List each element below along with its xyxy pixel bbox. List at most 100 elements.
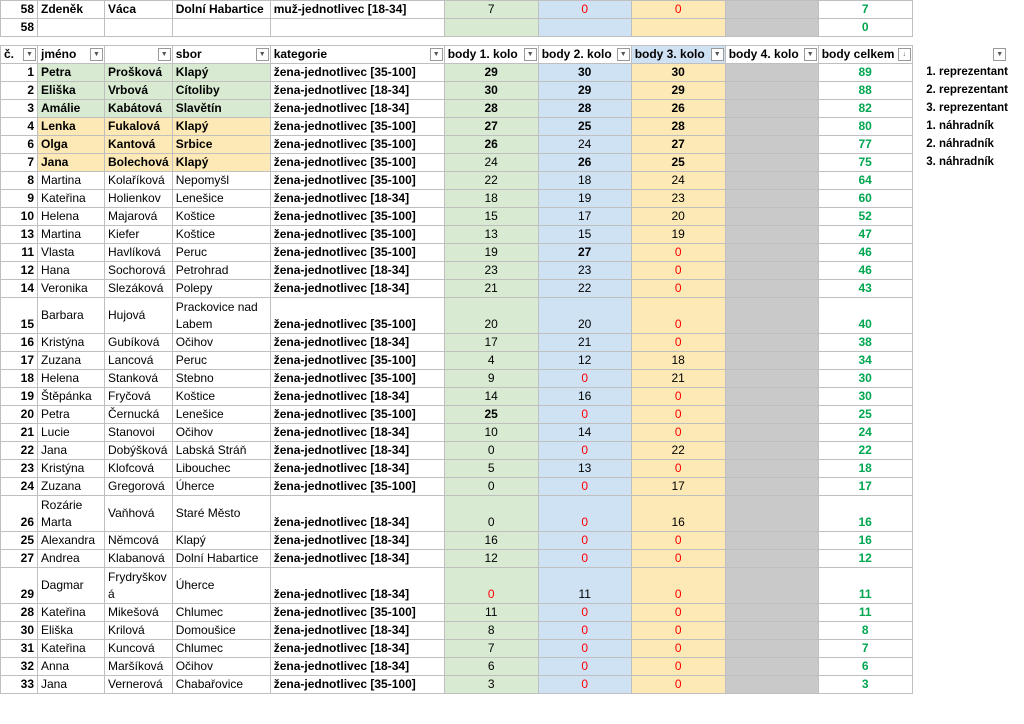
cell-r4[interactable] <box>724 351 819 370</box>
cell-num[interactable]: 27 <box>0 549 38 568</box>
cell-r1[interactable]: 11 <box>443 603 539 622</box>
cell-r1[interactable]: 23 <box>443 261 539 280</box>
cell-last[interactable]: Bolechová <box>104 153 173 172</box>
cell-r3[interactable]: 0 <box>630 567 726 604</box>
cell-club[interactable]: Domoušice <box>171 621 271 640</box>
cell-first[interactable]: Amálie <box>37 99 105 118</box>
cell-last[interactable]: Klabanová <box>104 549 173 568</box>
cell-r3[interactable]: 19 <box>630 225 726 244</box>
cell-first[interactable]: Zdeněk <box>37 0 105 19</box>
cell-cat[interactable]: žena-jednotlivec [35-100] <box>269 153 445 172</box>
cell-r4[interactable] <box>724 603 819 622</box>
cell-club[interactable]: Srbice <box>171 135 271 154</box>
cell-num[interactable]: 9 <box>0 189 38 208</box>
cell-cat[interactable]: žena-jednotlivec [18-34] <box>269 531 445 550</box>
cell-num[interactable]: 15 <box>0 297 38 334</box>
cell-club[interactable]: Stebno <box>171 369 271 388</box>
cell-club[interactable]: Polepy <box>171 279 271 298</box>
cell-first[interactable]: Helena <box>37 207 105 226</box>
column-header-club[interactable]: sbor ▼ <box>171 45 271 64</box>
cell-r4[interactable] <box>724 189 819 208</box>
cell-r4[interactable] <box>724 621 819 640</box>
cell-cat[interactable]: žena-jednotlivec [35-100] <box>269 243 445 262</box>
cell-first[interactable]: Dagmar <box>37 567 105 604</box>
cell-r4[interactable] <box>724 225 819 244</box>
cell-cat[interactable]: žena-jednotlivec [18-34] <box>269 459 445 478</box>
cell-cat[interactable]: žena-jednotlivec [35-100] <box>269 117 445 136</box>
cell-r1[interactable]: 29 <box>443 63 539 82</box>
cell-r2[interactable]: 24 <box>537 135 632 154</box>
cell-r3[interactable]: 0 <box>630 603 726 622</box>
cell-club[interactable] <box>171 18 271 37</box>
cell-cat[interactable]: žena-jednotlivec [35-100] <box>269 675 445 694</box>
cell-cat[interactable]: žena-jednotlivec [18-34] <box>269 639 445 658</box>
cell-first[interactable]: Vlasta <box>37 243 105 262</box>
cell-tot[interactable]: 6 <box>817 657 913 676</box>
cell-cat[interactable]: žena-jednotlivec [18-34] <box>269 99 445 118</box>
cell-r1[interactable]: 10 <box>443 423 539 442</box>
cell-r1[interactable]: 0 <box>443 477 539 496</box>
cell-club[interactable]: Úherce <box>171 567 271 604</box>
cell-first[interactable]: Jana <box>37 153 105 172</box>
cell-num[interactable]: 33 <box>0 675 38 694</box>
cell-tot[interactable]: 8 <box>817 621 913 640</box>
cell-tot[interactable]: 11 <box>817 567 913 604</box>
cell-first[interactable]: Kateřina <box>37 189 105 208</box>
cell-club[interactable]: Očihov <box>171 657 271 676</box>
cell-r3[interactable]: 0 <box>630 657 726 676</box>
cell-r2[interactable]: 21 <box>537 333 632 352</box>
filter-dropdown-icon[interactable]: ▼ <box>710 48 724 61</box>
cell-club[interactable]: Peruc <box>171 243 271 262</box>
cell-last[interactable]: Krilová <box>104 621 173 640</box>
cell-cat[interactable]: žena-jednotlivec [18-34] <box>269 261 445 280</box>
cell-first[interactable]: Kristýna <box>37 459 105 478</box>
cell-r1[interactable]: 26 <box>443 135 539 154</box>
cell-club[interactable]: Očihov <box>171 333 271 352</box>
cell-num[interactable]: 16 <box>0 333 38 352</box>
cell-r3[interactable]: 21 <box>630 369 726 388</box>
cell-r1[interactable]: 21 <box>443 279 539 298</box>
cell-tot[interactable]: 11 <box>817 603 913 622</box>
cell-r2[interactable]: 25 <box>537 117 632 136</box>
cell-r3[interactable]: 0 <box>630 675 726 694</box>
cell-first[interactable]: Lenka <box>37 117 105 136</box>
cell-tot[interactable]: 22 <box>817 441 913 460</box>
cell-club[interactable]: Staré Město <box>171 495 271 532</box>
cell-r1[interactable]: 9 <box>443 369 539 388</box>
cell-num[interactable]: 24 <box>0 477 38 496</box>
cell-r1[interactable]: 14 <box>443 387 539 406</box>
cell-club[interactable]: Nepomyšl <box>171 171 271 190</box>
cell-r3[interactable]: 18 <box>630 351 726 370</box>
cell-r2[interactable]: 11 <box>537 567 632 604</box>
cell-first[interactable]: Kateřina <box>37 639 105 658</box>
cell-club[interactable]: Labská Stráň <box>171 441 271 460</box>
cell-r3[interactable]: 24 <box>630 171 726 190</box>
cell-cat[interactable]: žena-jednotlivec [35-100] <box>269 351 445 370</box>
cell-r2[interactable] <box>537 18 632 37</box>
cell-r2[interactable]: 16 <box>537 387 632 406</box>
cell-r2[interactable]: 0 <box>537 603 632 622</box>
cell-cat[interactable]: žena-jednotlivec [35-100] <box>269 405 445 424</box>
cell-first[interactable]: Rozárie Marta <box>37 495 105 532</box>
cell-first[interactable]: Barbara <box>37 297 105 334</box>
cell-first[interactable]: Petra <box>37 63 105 82</box>
cell-cat[interactable]: žena-jednotlivec [35-100] <box>269 171 445 190</box>
cell-r3[interactable]: 0 <box>630 297 726 334</box>
column-header-r3[interactable]: body 3. kolo ▼ <box>630 45 726 64</box>
cell-r3[interactable]: 30 <box>630 63 726 82</box>
cell-last[interactable]: Vaňhová <box>104 495 173 532</box>
cell-tot[interactable]: 46 <box>817 243 913 262</box>
column-header-r2[interactable]: body 2. kolo ▼ <box>537 45 632 64</box>
cell-num[interactable]: 6 <box>0 135 38 154</box>
cell-first[interactable]: Jana <box>37 441 105 460</box>
cell-r2[interactable]: 0 <box>537 549 632 568</box>
cell-r3[interactable]: 0 <box>630 333 726 352</box>
cell-r4[interactable] <box>724 387 819 406</box>
cell-last[interactable]: Hujová <box>104 297 173 334</box>
cell-r4[interactable] <box>724 81 819 100</box>
cell-num[interactable]: 2 <box>0 81 38 100</box>
cell-r2[interactable]: 30 <box>537 63 632 82</box>
cell-club[interactable]: Petrohrad <box>171 261 271 280</box>
cell-num[interactable]: 31 <box>0 639 38 658</box>
cell-tot[interactable]: 64 <box>817 171 913 190</box>
